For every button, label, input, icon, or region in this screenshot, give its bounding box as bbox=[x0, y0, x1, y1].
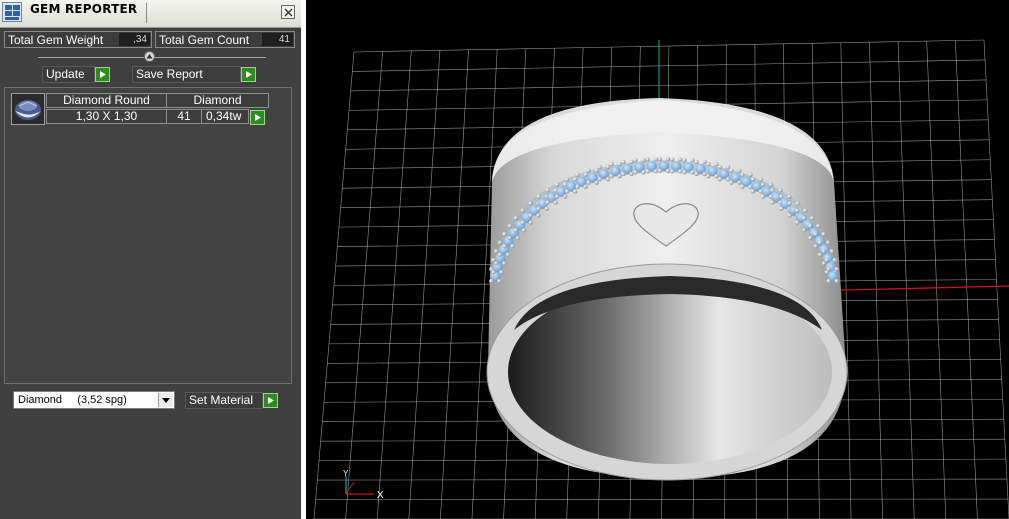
total-gem-count-field: Total Gem Count 41 bbox=[155, 31, 295, 48]
gem-cut-cell: Diamond Round bbox=[46, 93, 167, 108]
close-icon bbox=[284, 8, 293, 17]
axis-x-label: X bbox=[377, 490, 384, 501]
axis-y-label: Y bbox=[343, 469, 349, 478]
save-report-button[interactable]: Save Report bbox=[132, 66, 258, 83]
title-separator bbox=[146, 3, 147, 23]
gem-material-cell: Diamond bbox=[166, 93, 269, 108]
total-gem-count-value: 41 bbox=[262, 33, 293, 46]
total-gem-weight-label: Total Gem Weight bbox=[8, 33, 104, 47]
set-material-button-label: Set Material bbox=[185, 392, 263, 409]
gem-list: Diamond Round Diamond 1,30 X 1,30 41 0,3… bbox=[4, 87, 292, 384]
total-gem-weight-value: ,34 bbox=[119, 33, 150, 46]
gem-weight-cell: 0,34tw bbox=[201, 109, 249, 124]
gem-row-play-icon[interactable] bbox=[250, 110, 265, 125]
ring-model[interactable] bbox=[486, 98, 848, 481]
chevron-up-icon bbox=[146, 54, 153, 59]
save-report-button-label: Save Report bbox=[132, 66, 241, 83]
update-button-label: Update bbox=[42, 66, 95, 83]
gem-round-icon bbox=[11, 93, 45, 125]
window-title: GEM REPORTER bbox=[30, 2, 138, 16]
title-bar: GEM REPORTER bbox=[0, 0, 301, 28]
update-play-icon bbox=[95, 67, 110, 82]
3d-viewport[interactable]: X Y bbox=[306, 0, 1009, 519]
total-gem-weight-field: Total Gem Weight ,34 bbox=[4, 31, 152, 48]
save-report-play-icon bbox=[241, 67, 256, 82]
gem-reporter-app-icon bbox=[2, 2, 22, 22]
set-material-play-icon bbox=[263, 393, 278, 408]
chevron-down-icon[interactable] bbox=[158, 393, 173, 407]
material-select-value: Diamond (3,52 spg) bbox=[18, 394, 127, 406]
material-select[interactable]: Diamond (3,52 spg) bbox=[13, 391, 175, 409]
update-button[interactable]: Update bbox=[42, 66, 112, 83]
gem-count-cell: 41 bbox=[166, 109, 202, 124]
close-button[interactable] bbox=[281, 5, 295, 19]
gem-size-cell: 1,30 X 1,30 bbox=[46, 109, 167, 124]
gem-reporter-panel: GEM REPORTER Total Gem Weight ,34 Total … bbox=[0, 0, 301, 519]
total-gem-count-label: Total Gem Count bbox=[159, 33, 250, 47]
viewport-canvas: X Y bbox=[313, 39, 1009, 519]
collapse-button[interactable] bbox=[144, 51, 155, 62]
set-material-button[interactable]: Set Material bbox=[185, 392, 280, 409]
